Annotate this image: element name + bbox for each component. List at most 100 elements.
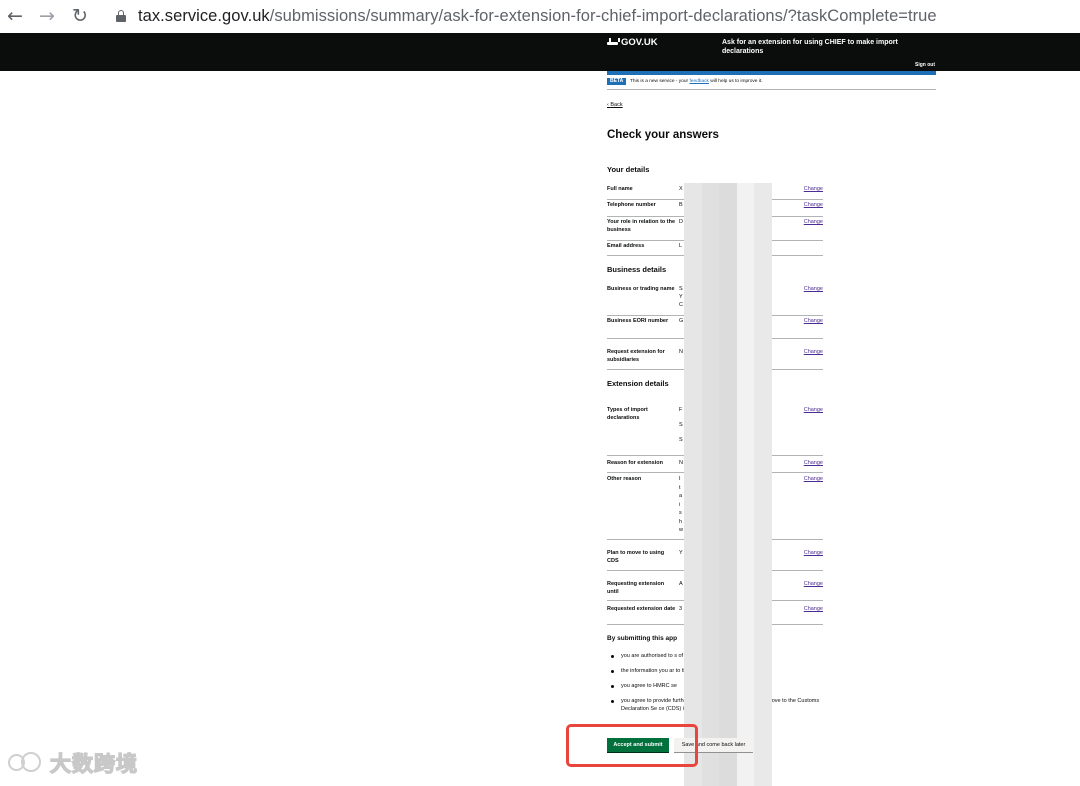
redaction-block xyxy=(719,694,737,710)
redaction-block xyxy=(719,415,737,431)
url-host: tax.service.gov.uk xyxy=(138,7,270,25)
redaction-block xyxy=(684,601,702,617)
redaction-block xyxy=(736,384,755,400)
redaction-block xyxy=(701,555,720,571)
redaction-block xyxy=(684,307,702,323)
change-link-cds-plan[interactable]: Change xyxy=(804,549,823,557)
page-title: Check your answers xyxy=(607,129,719,141)
service-name[interactable]: Ask for an extension for using CHIEF to … xyxy=(722,38,937,56)
redaction-block xyxy=(754,632,772,648)
reload-icon[interactable]: ↻ xyxy=(68,5,92,27)
change-link-reason[interactable]: Change xyxy=(804,459,823,467)
sign-out-link[interactable]: Sign out xyxy=(915,62,935,69)
redaction-block xyxy=(754,229,772,245)
redaction-block xyxy=(754,260,772,276)
redaction-block xyxy=(736,446,755,462)
change-link-other-reason[interactable]: Change xyxy=(804,475,823,483)
redaction-block xyxy=(719,338,737,354)
redaction-block xyxy=(736,710,755,726)
redaction-block xyxy=(719,229,737,245)
redaction-block xyxy=(684,415,702,431)
redaction-block xyxy=(736,586,755,602)
forward-arrow-icon[interactable]: → xyxy=(35,5,59,27)
header-blue-rule xyxy=(607,71,936,75)
redaction-block xyxy=(754,291,772,307)
redaction-block xyxy=(684,446,702,462)
redaction-block xyxy=(701,632,720,648)
redaction-block xyxy=(719,353,737,369)
back-arrow-icon[interactable]: ← xyxy=(3,5,27,27)
redaction-block xyxy=(719,679,737,695)
row-key: Email address xyxy=(607,243,645,249)
redaction-block xyxy=(719,431,737,447)
change-link-business-name[interactable]: Change xyxy=(804,285,823,293)
redaction-block xyxy=(736,694,755,710)
watermark: 大数跨境 xyxy=(8,746,148,786)
change-link-eori[interactable]: Change xyxy=(804,317,823,325)
redaction-block xyxy=(736,415,755,431)
row-key: Requesting extension until xyxy=(607,581,665,595)
change-link-full-name[interactable]: Change xyxy=(804,185,823,193)
redaction-block xyxy=(701,524,720,540)
crown-icon xyxy=(607,38,620,45)
row-key: Request extension for subsidiaries xyxy=(607,349,665,363)
redaction-block xyxy=(684,353,702,369)
lock-icon[interactable] xyxy=(116,10,126,22)
redaction-block xyxy=(736,555,755,571)
redaction-block xyxy=(754,570,772,586)
row-key: Business or trading name xyxy=(607,286,675,292)
change-link-import-types[interactable]: Change xyxy=(804,406,823,414)
change-link-extension-until[interactable]: Change xyxy=(804,580,823,588)
redaction-block xyxy=(701,307,720,323)
govuk-logo[interactable]: GOV.UK xyxy=(607,37,658,49)
row-key: Other reason xyxy=(607,476,642,482)
redaction-block xyxy=(719,369,737,385)
redaction-block xyxy=(684,276,702,292)
row-key: Plan to move to using CDS xyxy=(607,550,665,564)
redaction-block xyxy=(736,663,755,679)
change-link-extension-date[interactable]: Change xyxy=(804,605,823,613)
redaction-block xyxy=(754,322,772,338)
beta-tag: BETA xyxy=(607,78,627,85)
redaction-block xyxy=(719,462,737,478)
redaction-block xyxy=(701,493,720,509)
redaction-block xyxy=(736,679,755,695)
redaction-block xyxy=(754,245,772,261)
redaction-block xyxy=(701,477,720,493)
redaction-block xyxy=(684,214,702,230)
redaction-block xyxy=(736,617,755,633)
redaction-block xyxy=(719,245,737,261)
redaction-block xyxy=(719,617,737,633)
redaction-block xyxy=(701,648,720,664)
redaction-block xyxy=(684,322,702,338)
redaction-block xyxy=(701,586,720,602)
redaction-block xyxy=(684,524,702,540)
redaction-block xyxy=(719,524,737,540)
redaction-block xyxy=(701,446,720,462)
address-bar[interactable]: tax.service.gov.uk/submissions/summary/a… xyxy=(104,1,1080,31)
redaction-block xyxy=(719,400,737,416)
back-link[interactable]: ‹ Back xyxy=(607,102,623,109)
redaction-block xyxy=(736,214,755,230)
back-link-label: Back xyxy=(610,102,623,108)
row-key: Reason for extension xyxy=(607,460,663,466)
redaction-block xyxy=(684,570,702,586)
row-key: Telephone number xyxy=(607,202,656,208)
change-link-telephone[interactable]: Change xyxy=(804,201,823,209)
redaction-block xyxy=(684,632,702,648)
redaction-block xyxy=(719,539,737,555)
redaction-block xyxy=(736,493,755,509)
change-link-subsidiaries[interactable]: Change xyxy=(804,348,823,356)
feedback-link[interactable]: feedback xyxy=(689,79,708,84)
redaction-block xyxy=(701,260,720,276)
redaction-block xyxy=(701,338,720,354)
redaction-block xyxy=(684,183,702,199)
change-link-role[interactable]: Change xyxy=(804,218,823,226)
url-text[interactable]: tax.service.gov.uk/submissions/summary/a… xyxy=(138,6,937,26)
redaction-block xyxy=(684,400,702,416)
phase-banner-text: This is a new service - your feedback wi… xyxy=(630,78,763,85)
redaction-block xyxy=(719,260,737,276)
redaction-block xyxy=(754,508,772,524)
redaction-block xyxy=(701,462,720,478)
redaction-block xyxy=(719,384,737,400)
